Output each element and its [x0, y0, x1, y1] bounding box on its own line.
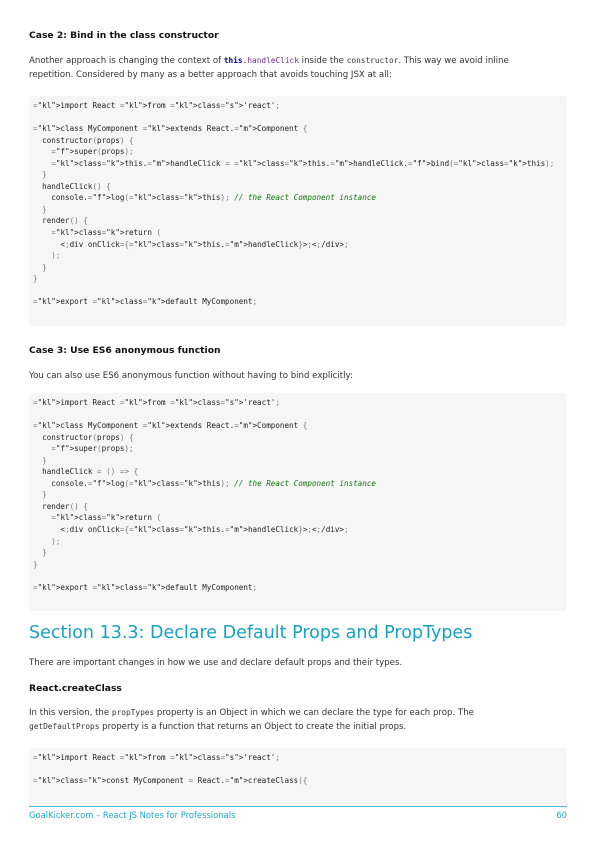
createclass-heading: React.createClass [29, 683, 122, 694]
createclass-paragraph: In this version, the propTypes property … [29, 708, 474, 732]
section-title: Section 13.3: Declare Default Props and … [29, 623, 473, 643]
code-line: } [42, 490, 47, 500]
code-line: ="kl">class="k">this.="m">handleClick = … [51, 158, 555, 168]
code-line: ="kl">export ="kl">class="k">default MyC… [33, 297, 258, 307]
code-line: render() { [33, 501, 88, 511]
code-line: constructor(props) { [33, 135, 134, 145]
code-line: } [42, 455, 47, 465]
code-line: render() { [33, 216, 88, 226]
code-line: <;div onClick={="kl">class="k">this.="m"… [33, 239, 349, 249]
page-number: 60 [556, 810, 567, 820]
code-line: ="kl">class="k">return ( [51, 228, 162, 238]
footer-divider [29, 806, 567, 807]
code-line: ="kl">class MyComponent ="kl">extends Re… [33, 124, 308, 134]
code-line: ="kl">import React ="kl">from ="kl">clas… [33, 101, 280, 110]
code-line: ="f">super(props); [51, 444, 134, 454]
code-line: ="kl">class MyComponent ="kl">extends Re… [33, 421, 308, 431]
code-line: } [33, 559, 38, 569]
case2-paragraph: Another approach is changing the context… [29, 56, 509, 80]
footer-source: GoalKicker.com – React JS Notes for Prof… [29, 810, 236, 820]
section-intro: There are important changes in how we us… [29, 658, 403, 668]
code-line: handleClick() { [33, 181, 111, 191]
code-line: ); [51, 536, 61, 546]
code-line: <;div onClick={="kl">class="k">this.="m"… [33, 525, 349, 535]
case3-paragraph: You can also use ES6 anonymous function … [29, 371, 353, 381]
code-block-create-class: ="kl">import React ="kl">from ="kl">clas… [29, 748, 567, 806]
case2-heading: Case 2: Bind in the class constructor [29, 30, 219, 41]
code-line: } [42, 204, 47, 214]
code-line: } [42, 548, 47, 558]
code-line: ="kl">class="k">const MyComponent = Reac… [33, 776, 308, 786]
code-line: } [33, 274, 38, 284]
code-line: ="kl">import React ="kl">from ="kl">clas… [33, 753, 280, 762]
code-line: constructor(props) { [33, 432, 134, 442]
code-line: } [42, 262, 47, 272]
code-block-arrow-function: ="kl">import React ="kl">from ="kl">clas… [29, 393, 567, 611]
code-line: handleClick = () => { [33, 467, 139, 477]
code-line: ="kl">class="k">return ( [51, 513, 162, 523]
code-line: ="f">super(props); [51, 147, 134, 157]
case3-heading: Case 3: Use ES6 anonymous function [29, 345, 221, 356]
code-line: ="kl">export ="kl">class="k">default MyC… [33, 582, 258, 592]
code-line: } [42, 170, 47, 180]
code-line: ); [51, 251, 61, 261]
code-line: ="kl">import React ="kl">from ="kl">clas… [33, 398, 280, 407]
code-line: console.="f">log(="kl">class="k">this); … [33, 193, 376, 203]
code-block-bind-constructor: ="kl">import React ="kl">from ="kl">clas… [29, 96, 567, 326]
code-line: console.="f">log(="kl">class="k">this); … [33, 478, 376, 488]
